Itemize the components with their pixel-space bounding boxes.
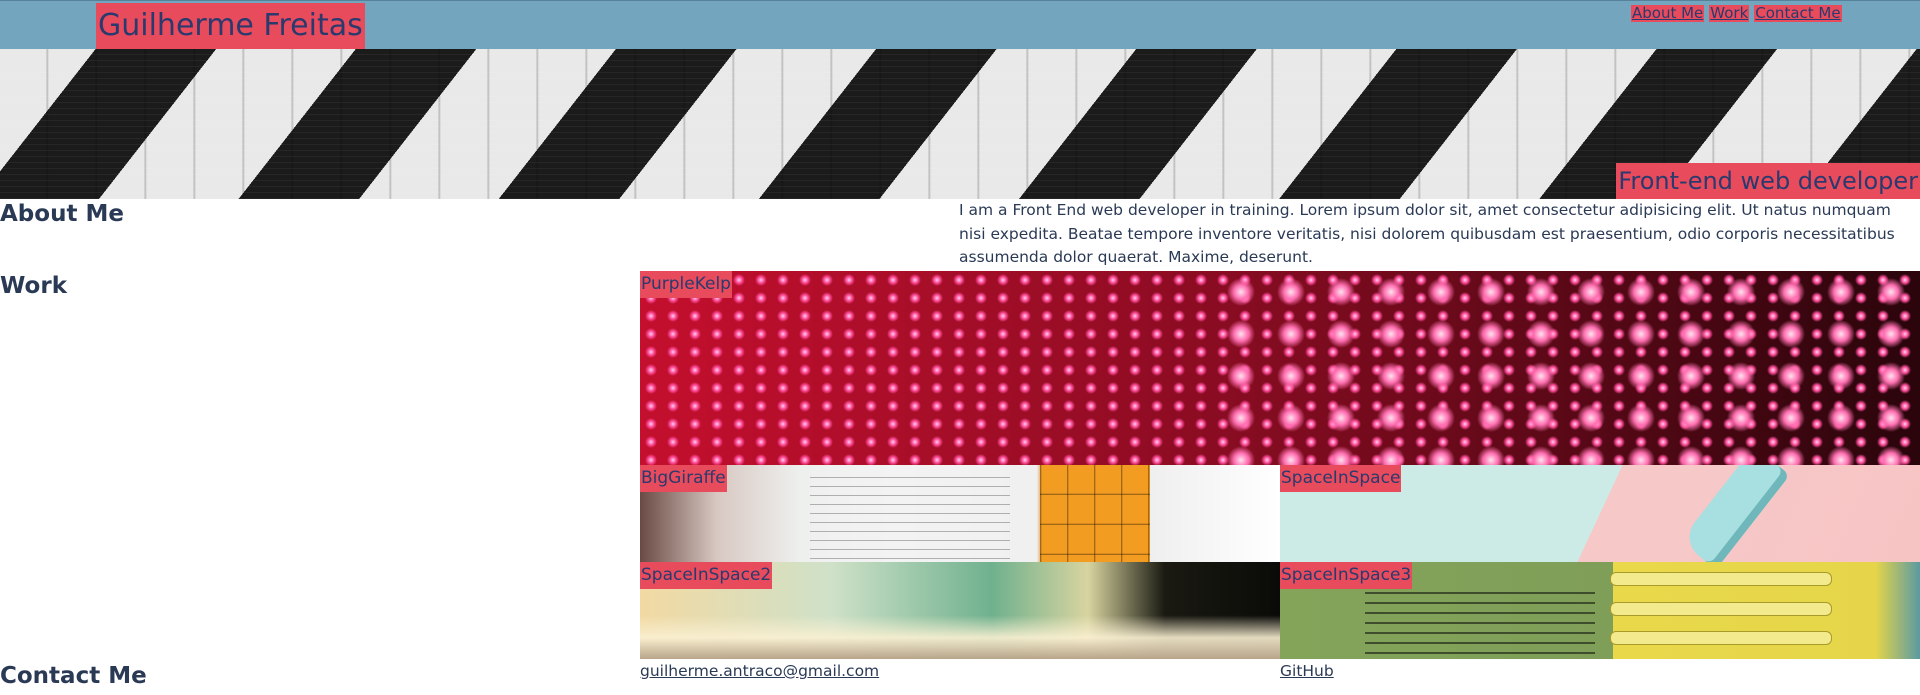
main-nav: About Me Work Contact Me <box>1631 5 1842 22</box>
project-image-detail <box>1040 465 1150 562</box>
project-tile-spaceinspace[interactable]: SpaceInSpace <box>1280 465 1920 562</box>
project-tile-spaceinspace2[interactable]: SpaceInSpace2 <box>640 562 1280 659</box>
hero-tagline: Front-end web developer <box>1616 163 1920 199</box>
project-tile-spaceinspace3[interactable]: SpaceInSpace3 <box>1280 562 1920 659</box>
project-label: SpaceInSpace2 <box>640 562 773 589</box>
project-image-detail <box>1610 572 1832 586</box>
project-image-detail <box>1610 631 1832 645</box>
project-label: SpaceInSpace3 <box>1280 562 1413 589</box>
project-image-detail <box>1365 592 1595 654</box>
about-text: I am a Front End web developer in traini… <box>959 201 1895 266</box>
project-label: BigGiraffe <box>640 465 727 492</box>
nav-link-about[interactable]: About Me <box>1631 5 1705 22</box>
work-heading: Work <box>0 273 67 299</box>
project-label: SpaceInSpace <box>1280 465 1402 492</box>
nav-link-work[interactable]: Work <box>1709 5 1750 22</box>
hero-banner: Front-end web developer <box>0 49 1920 199</box>
nav-link-contact[interactable]: Contact Me <box>1754 5 1842 22</box>
project-label: PurpleKelp <box>640 271 732 298</box>
site-title: Guilherme Freitas <box>96 3 365 49</box>
contact-heading: Contact Me <box>0 663 147 689</box>
about-heading: About Me <box>0 201 124 227</box>
project-image-detail <box>1610 602 1832 616</box>
github-link[interactable]: GitHub <box>1280 661 1334 681</box>
project-image-detail <box>1216 271 1920 465</box>
project-tile-biggiraffe[interactable]: BigGiraffe <box>640 465 1280 562</box>
site-header: Guilherme Freitas About Me Work Contact … <box>0 0 1920 49</box>
project-tile-purplekelp[interactable]: PurpleKelp <box>640 271 1920 465</box>
project-image-detail <box>810 469 1010 559</box>
email-link[interactable]: guilherme.antraco@gmail.com <box>640 661 879 681</box>
